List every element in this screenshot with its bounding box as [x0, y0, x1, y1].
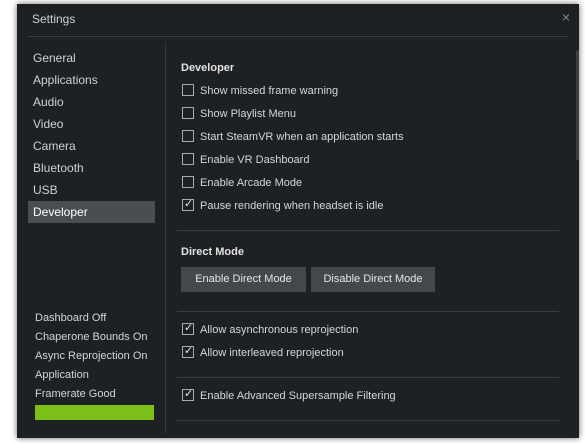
sidebar-item-bluetooth[interactable]: Bluetooth — [28, 157, 155, 179]
checkbox[interactable] — [182, 130, 194, 142]
option-label: Enable VR Dashboard — [200, 154, 310, 166]
section-divider — [177, 420, 559, 421]
sidebar-item-developer[interactable]: Developer — [28, 201, 155, 223]
option-show-playlist-menu[interactable]: Show Playlist Menu — [182, 107, 296, 121]
settings-content: Developer Show missed frame warning Show… — [166, 42, 579, 438]
framerate-indicator-bar — [35, 405, 154, 420]
option-label: Show Playlist Menu — [200, 108, 296, 120]
sidebar-item-camera[interactable]: Camera — [28, 135, 155, 157]
section-divider — [177, 230, 559, 231]
checkbox[interactable]: ✓ — [182, 322, 194, 335]
status-dashboard: Dashboard Off — [35, 312, 107, 324]
title-bar: Settings × — [17, 4, 579, 32]
option-label: Allow interleaved reprojection — [200, 347, 344, 359]
sidebar: General Applications Audio Video Camera … — [28, 47, 155, 223]
option-async-reprojection[interactable]: ✓ Allow asynchronous reprojection — [182, 322, 359, 337]
status-application: Application — [35, 369, 89, 381]
option-label: Start SteamVR when an application starts — [200, 131, 404, 143]
option-label: Pause rendering when headset is idle — [200, 200, 384, 212]
option-label: Enable Arcade Mode — [200, 177, 303, 189]
scrollbar-thumb[interactable] — [576, 50, 579, 160]
option-label: Enable Advanced Supersample Filtering — [200, 390, 396, 402]
sidebar-item-general[interactable]: General — [28, 47, 155, 69]
checkbox[interactable] — [182, 107, 194, 119]
title-divider — [28, 36, 568, 37]
checkbox[interactable] — [182, 153, 194, 165]
status-panel: Dashboard Off Chaperone Bounds On Async … — [35, 309, 160, 404]
option-enable-vr-dashboard[interactable]: Enable VR Dashboard — [182, 153, 309, 167]
window-title: Settings — [32, 12, 76, 26]
scrollbar[interactable] — [576, 50, 579, 160]
check-icon: ✓ — [184, 198, 194, 210]
checkbox[interactable] — [182, 84, 194, 96]
checkbox[interactable]: ✓ — [182, 345, 194, 358]
option-advanced-supersample-filtering[interactable]: ✓ Enable Advanced Supersample Filtering — [182, 388, 396, 403]
option-start-steamvr[interactable]: Start SteamVR when an application starts — [182, 130, 404, 144]
section-divider — [177, 377, 559, 378]
checkbox[interactable] — [182, 176, 194, 188]
sidebar-item-usb[interactable]: USB — [28, 179, 155, 201]
option-enable-arcade-mode[interactable]: Enable Arcade Mode — [182, 176, 302, 190]
checkbox[interactable]: ✓ — [182, 388, 194, 401]
sidebar-item-video[interactable]: Video — [28, 113, 155, 135]
disable-direct-mode-button[interactable]: Disable Direct Mode — [311, 267, 435, 292]
sidebar-item-audio[interactable]: Audio — [28, 91, 155, 113]
status-chaperone: Chaperone Bounds On — [35, 331, 148, 343]
option-label: Show missed frame warning — [200, 85, 339, 97]
option-pause-rendering-idle[interactable]: ✓ Pause rendering when headset is idle — [182, 198, 384, 213]
check-icon: ✓ — [184, 388, 194, 400]
direct-mode-heading: Direct Mode — [181, 246, 244, 258]
check-icon: ✓ — [184, 322, 194, 334]
option-label: Allow asynchronous reprojection — [200, 324, 359, 336]
sidebar-item-applications[interactable]: Applications — [28, 69, 155, 91]
close-icon[interactable]: × — [562, 9, 570, 25]
status-framerate: Framerate Good — [35, 388, 116, 400]
settings-window: Settings × General Applications Audio Vi… — [17, 4, 579, 438]
option-interleaved-reprojection[interactable]: ✓ Allow interleaved reprojection — [182, 345, 344, 360]
checkbox[interactable]: ✓ — [182, 198, 194, 211]
status-async-reprojection: Async Reprojection On — [35, 350, 148, 362]
check-icon: ✓ — [184, 345, 194, 357]
enable-direct-mode-button[interactable]: Enable Direct Mode — [181, 267, 306, 292]
section-divider — [177, 311, 559, 312]
developer-heading: Developer — [181, 62, 235, 74]
option-show-missed-frame-warning[interactable]: Show missed frame warning — [182, 84, 338, 98]
